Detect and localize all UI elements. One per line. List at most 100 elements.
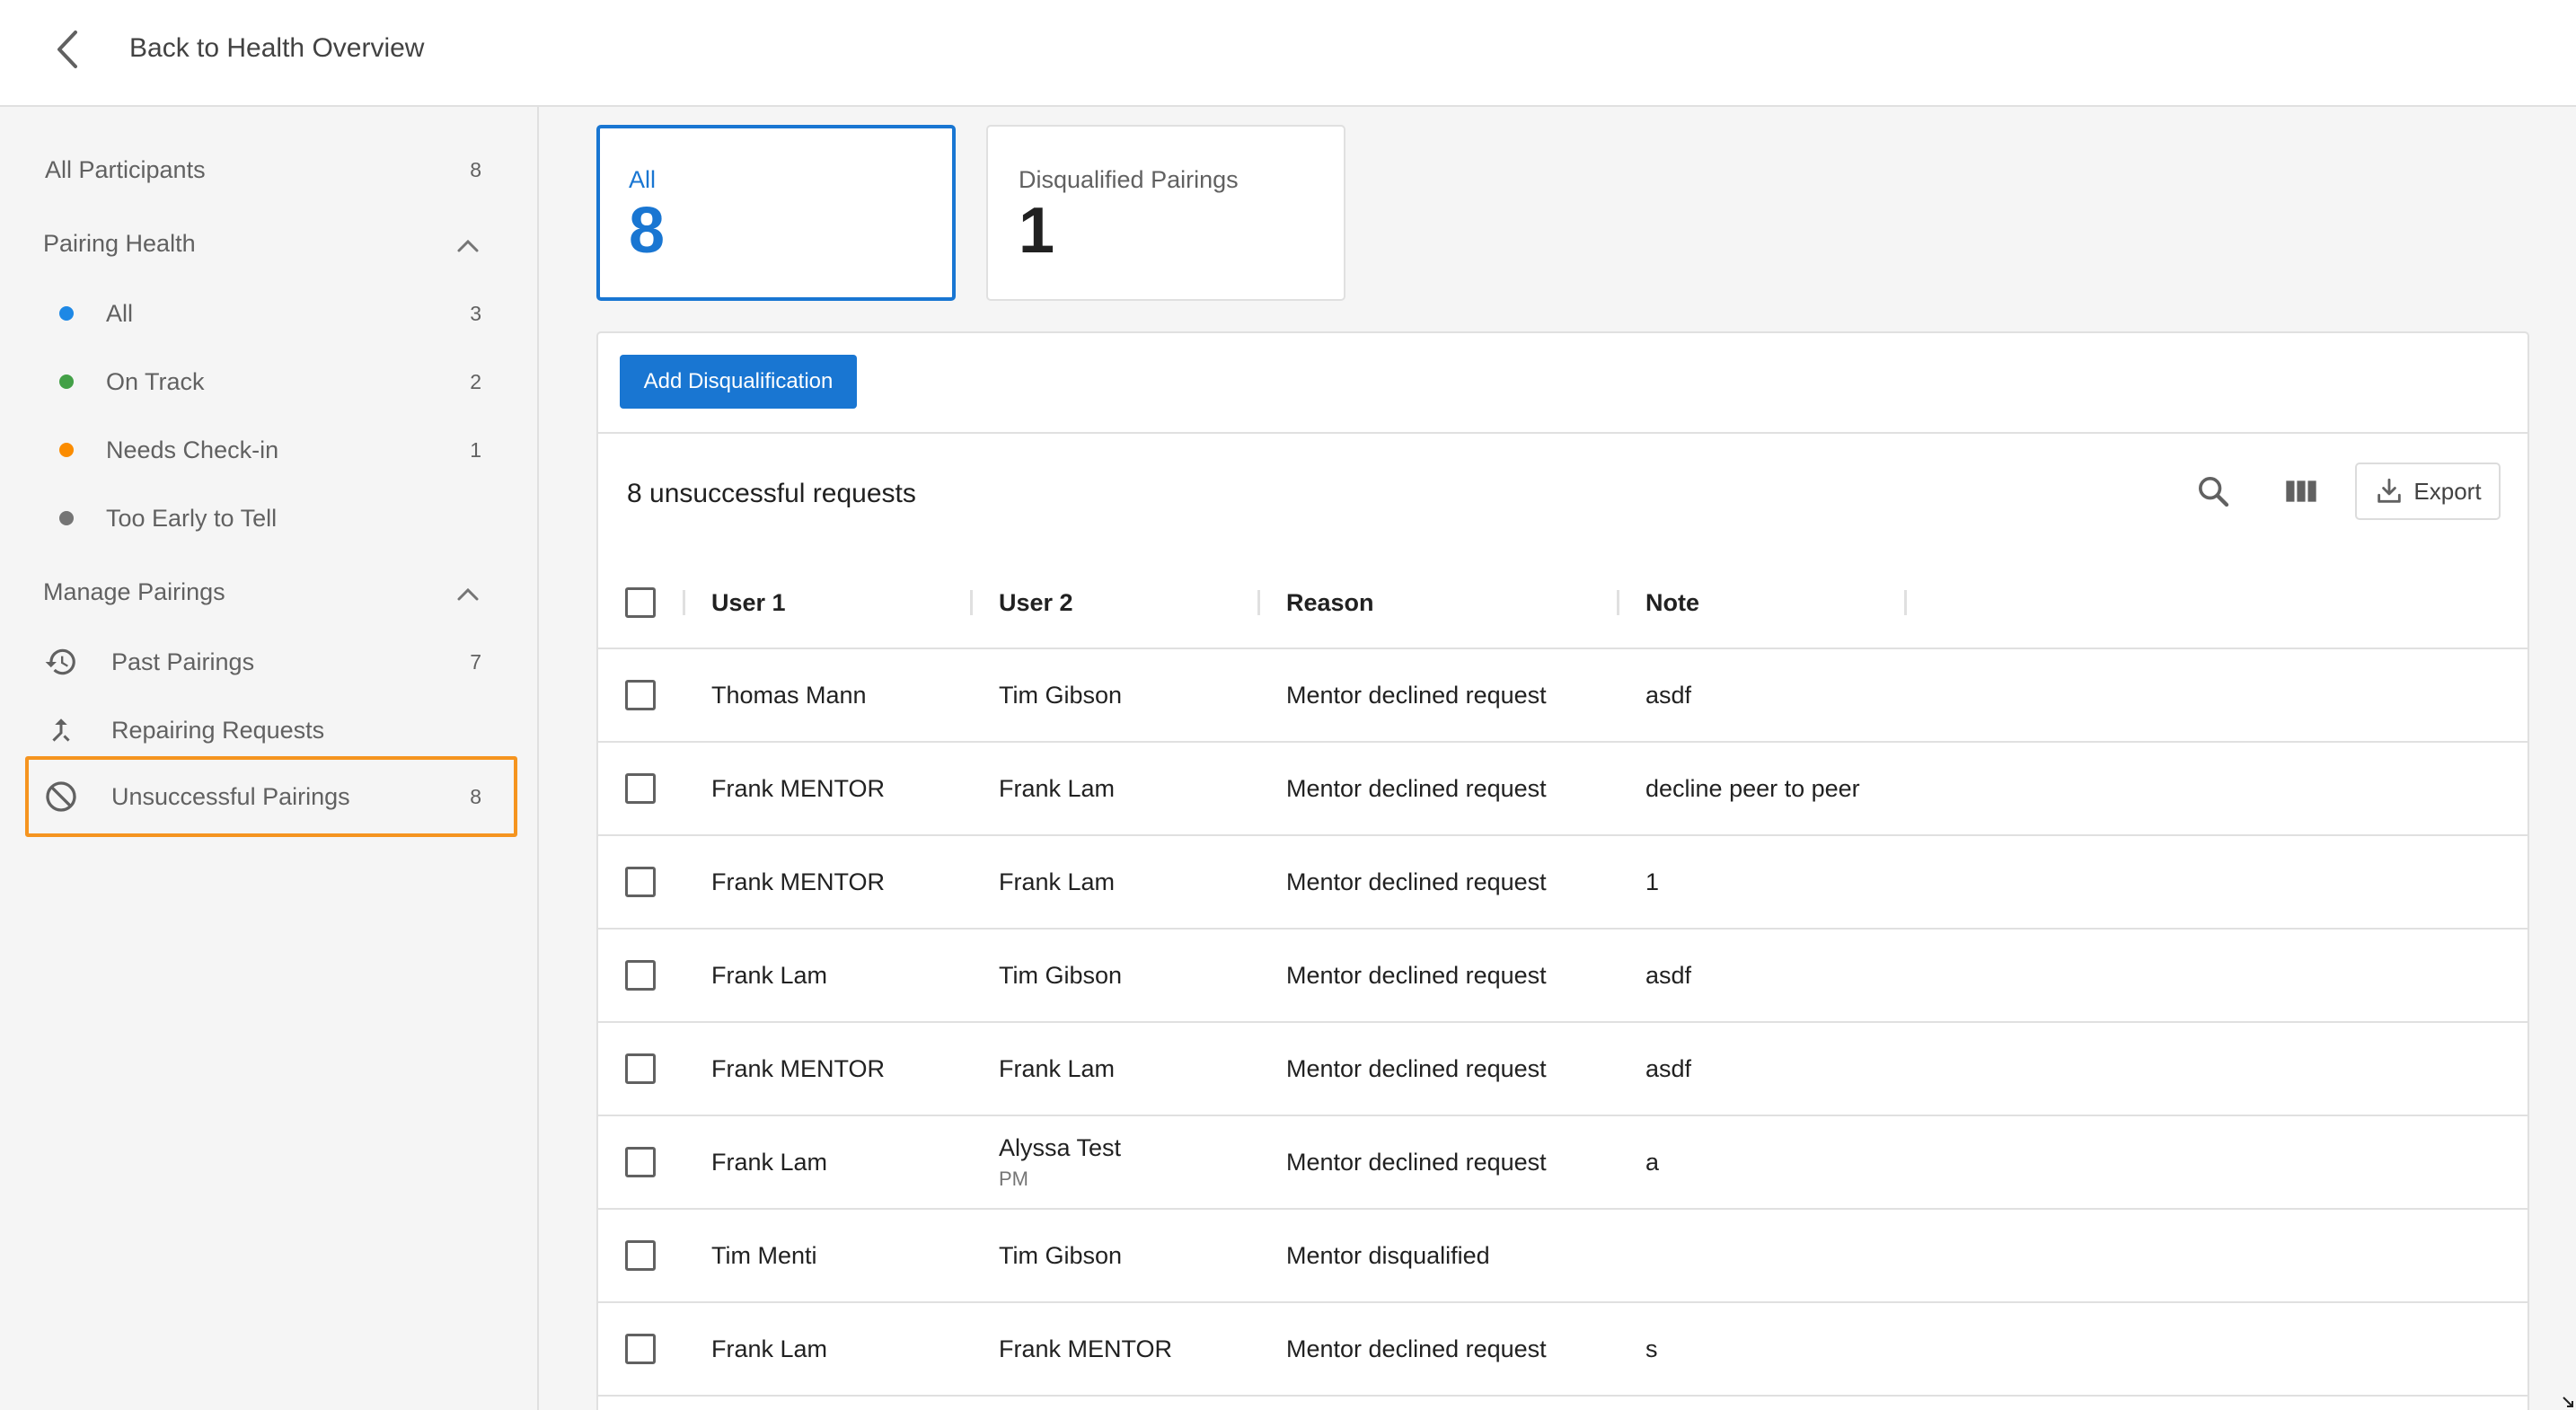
chevron-up-icon[interactable] — [453, 231, 483, 261]
cell-note: s — [1645, 1335, 1658, 1362]
column-header-user1[interactable]: User 1 — [711, 556, 786, 649]
cell-reason: Mentor declined request — [1286, 774, 1547, 802]
card-value: 8 — [629, 195, 666, 267]
top-bar: Back to Health Overview — [0, 0, 2576, 107]
cell-user1: Frank MENTOR — [711, 774, 886, 802]
table-row[interactable]: Frank Lam Tim Gibson Mentor declined req… — [598, 930, 2527, 1023]
sidebar-item-health-all[interactable]: All 3 — [25, 282, 517, 345]
sidebar: All Participants 8 Pairing Health All 3 … — [0, 107, 539, 1410]
cell-user1: Frank Lam — [711, 961, 828, 989]
table-row[interactable]: Frank MENTOR Frank Lam Mentor declined r… — [598, 1023, 2527, 1116]
manage-pairings-header: Manage Pairings — [43, 578, 225, 605]
row-checkbox[interactable] — [625, 1053, 656, 1084]
export-button[interactable]: Export — [2355, 463, 2501, 520]
column-divider[interactable] — [1904, 590, 1907, 615]
column-divider[interactable] — [1617, 590, 1619, 615]
sidebar-item-label: On Track — [106, 367, 205, 395]
cell-user2: Frank Lam — [999, 868, 1116, 895]
row-checkbox[interactable] — [625, 1240, 656, 1271]
row-checkbox[interactable] — [625, 773, 656, 804]
column-divider — [683, 590, 685, 615]
table-row[interactable]: Frank MENTOR Frank Lam Mentor declined r… — [598, 743, 2527, 836]
sidebar-item-count: 3 — [470, 301, 481, 325]
cell-user1: Frank Lam — [711, 1335, 828, 1362]
cell-user1: Frank MENTOR — [711, 1054, 886, 1082]
status-dot-icon — [59, 511, 74, 525]
cell-reason: Mentor declined request — [1286, 961, 1547, 989]
sidebar-item-count: 1 — [470, 437, 481, 462]
sidebar-item-all-participants[interactable]: All Participants 8 — [25, 138, 517, 201]
cell-reason: Mentor disqualified — [1286, 1241, 1490, 1269]
cell-user1: Thomas Mann — [711, 681, 867, 709]
sidebar-item-label: All Participants — [45, 155, 206, 183]
cell-user2: Tim Gibson — [999, 961, 1123, 989]
merge-icon — [43, 712, 79, 748]
summary-card-disqualified[interactable]: Disqualified Pairings 1 — [986, 125, 1345, 301]
card-label: Disqualified Pairings — [1019, 166, 1239, 193]
sidebar-item-repairing-requests[interactable]: Repairing Requests — [25, 699, 517, 762]
summary-card-all[interactable]: All 8 — [596, 125, 956, 301]
column-header-user2[interactable]: User 2 — [999, 556, 1073, 649]
back-to-health-overview-link[interactable]: Back to Health Overview — [129, 31, 424, 66]
cell-user2: Frank Lam — [999, 1054, 1116, 1082]
sidebar-item-needs-check-in[interactable]: Needs Check-in 1 — [25, 419, 517, 481]
column-header-reason[interactable]: Reason — [1286, 556, 1374, 649]
cell-user1: Tim Menti — [711, 1241, 817, 1269]
pairing-health-header: Pairing Health — [43, 230, 196, 257]
column-header-note[interactable]: Note — [1645, 556, 1699, 649]
cell-user2: Tim Gibson — [999, 681, 1123, 709]
table-row[interactable]: Tim Menti Tim Gibson Mentor disqualified — [598, 1210, 2527, 1303]
cell-reason: Mentor declined request — [1286, 1335, 1547, 1362]
user2-subtitle: PM — [999, 1167, 1028, 1190]
cell-note: asdf — [1645, 1054, 1692, 1082]
chevron-up-icon[interactable] — [453, 579, 483, 610]
sidebar-item-count: 8 — [470, 784, 481, 808]
row-checkbox[interactable] — [625, 1147, 656, 1177]
cell-reason: Mentor declined request — [1286, 868, 1547, 895]
download-icon — [2378, 478, 2402, 503]
cell-reason: Mentor declined request — [1286, 681, 1547, 709]
cell-user1: Frank MENTOR — [711, 868, 886, 895]
cell-user2: Frank Lam — [999, 774, 1116, 802]
status-dot-icon — [59, 306, 74, 321]
card-value: 1 — [1019, 195, 1055, 267]
row-checkbox[interactable] — [625, 960, 656, 991]
sidebar-item-unsuccessful-pairings[interactable]: Unsuccessful Pairings 8 — [25, 756, 517, 837]
export-label: Export — [2413, 477, 2482, 505]
cell-note: asdf — [1645, 681, 1692, 709]
panel-toolbar: Add Disqualification — [598, 333, 2527, 434]
cell-reason: Mentor declined request — [1286, 1054, 1547, 1082]
row-checkbox[interactable] — [625, 867, 656, 897]
sidebar-item-label: Unsuccessful Pairings — [111, 782, 350, 810]
search-icon[interactable] — [2192, 470, 2235, 513]
cell-note: 1 — [1645, 868, 1660, 895]
sidebar-item-label: Past Pairings — [111, 648, 255, 675]
status-dot-icon — [59, 443, 74, 457]
row-checkbox[interactable] — [625, 680, 656, 710]
cell-user1: Frank Lam — [711, 1148, 828, 1176]
table-row[interactable]: Thomas Mann Tim Gibson Mentor declined r… — [598, 649, 2527, 743]
column-divider[interactable] — [970, 590, 973, 615]
columns-icon[interactable] — [2280, 470, 2323, 513]
select-all-checkbox[interactable] — [625, 587, 656, 618]
sidebar-item-on-track[interactable]: On Track 2 — [25, 350, 517, 413]
back-arrow-icon[interactable] — [52, 27, 83, 72]
table-title: 8 unsuccessful requests — [627, 479, 916, 508]
add-disqualification-button[interactable]: Add Disqualification — [620, 355, 857, 409]
user2-name: Alyssa Test — [999, 1133, 1122, 1161]
table-row[interactable]: Frank Lam Frank MENTOR Mentor declined r… — [598, 1303, 2527, 1397]
row-checkbox[interactable] — [625, 1334, 656, 1364]
table-row[interactable]: Frank MENTOR Frank Lam Mentor declined r… — [598, 836, 2527, 930]
sidebar-item-past-pairings[interactable]: Past Pairings 7 — [25, 630, 517, 693]
sidebar-item-too-early[interactable]: Too Early to Tell — [25, 487, 517, 550]
table-row[interactable]: Frank Lam Alyssa Test PM Mentor declined… — [598, 1116, 2527, 1210]
column-divider[interactable] — [1257, 590, 1260, 615]
main-content: All 8 Disqualified Pairings 1 Add Disqua… — [541, 107, 2576, 1410]
card-label: All — [629, 166, 657, 193]
resize-handle-icon[interactable] — [2562, 1396, 2574, 1408]
cell-note: asdf — [1645, 961, 1692, 989]
sidebar-item-count: 8 — [470, 157, 481, 181]
cell-reason: Mentor declined request — [1286, 1148, 1547, 1176]
sidebar-item-label: Too Early to Tell — [106, 504, 278, 532]
cell-note: a — [1645, 1148, 1660, 1176]
